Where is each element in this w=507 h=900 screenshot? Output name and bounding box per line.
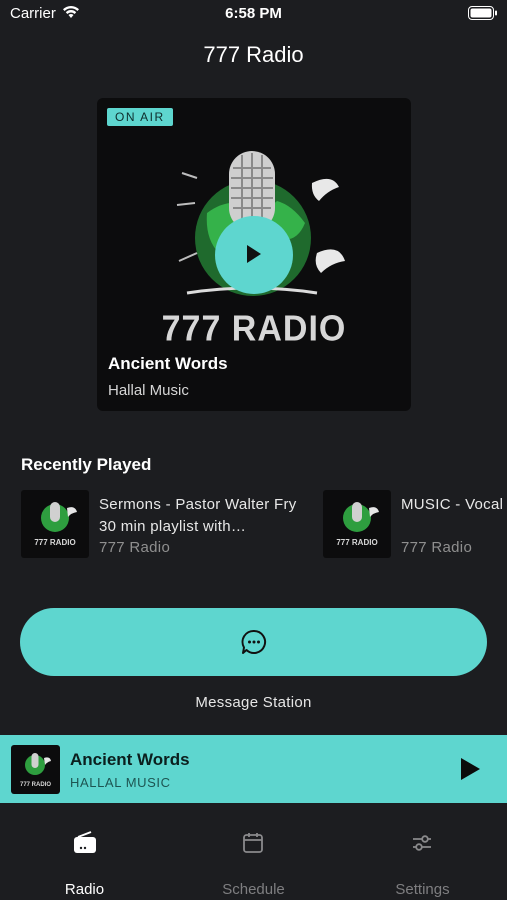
- track-artist: Hallal Music: [108, 382, 189, 399]
- on-air-badge: ON AIR: [107, 108, 173, 126]
- tab-radio[interactable]: Radio: [0, 803, 169, 900]
- tab-label: Radio: [64, 881, 105, 898]
- station-logo-text: 777 RADIO: [161, 309, 347, 349]
- recent-item[interactable]: 777 RADIO Sermons - Pastor Walter Fry 30…: [21, 490, 311, 560]
- mini-player-artist: HALLAL MUSIC: [70, 775, 171, 790]
- tab-settings[interactable]: Settings: [338, 803, 507, 900]
- chat-bubble-icon: [241, 629, 266, 654]
- thumb-text: 777 RADIO: [34, 538, 75, 547]
- tab-label: Settings: [395, 881, 450, 898]
- page-title: 777 Radio: [203, 42, 304, 67]
- recent-thumbnail: 777 RADIO: [323, 490, 391, 558]
- play-button[interactable]: [215, 216, 293, 294]
- station-logo: 777 RADIO: [20, 753, 51, 788]
- play-icon[interactable]: [458, 757, 482, 781]
- thumb-text: 777 RADIO: [20, 782, 51, 788]
- recently-played-heading: Recently Played: [21, 455, 152, 474]
- recent-item-title: MUSIC - Vocal Hymns #1: [401, 496, 507, 513]
- status-bar: Carrier 6:58 PM: [0, 0, 507, 28]
- mini-player-thumbnail: 777 RADIO: [11, 745, 60, 794]
- recent-item-station: 777 Radio: [401, 539, 473, 556]
- message-station-label: Message Station: [195, 694, 312, 711]
- play-icon: [247, 245, 261, 263]
- recent-item-title: Sermons - Pastor Walter Fry 30 min playl…: [99, 496, 297, 535]
- recent-thumbnail: 777 RADIO: [21, 490, 89, 558]
- radio-icon: [74, 831, 96, 853]
- mini-player-title: Ancient Words: [70, 750, 190, 769]
- station-logo: 777 RADIO: [34, 502, 77, 547]
- now-playing-card[interactable]: ON AIR 777 RADIO Ancient Words Hallal Mu…: [97, 98, 411, 411]
- tab-bar: Radio Schedule Settings: [0, 803, 507, 900]
- recent-item[interactable]: 777 RADIO MUSIC - Vocal Hymns #1 777 Rad…: [323, 490, 507, 560]
- mini-player[interactable]: 777 RADIO Ancient Words HALLAL MUSIC: [0, 735, 507, 803]
- station-logo: 777 RADIO: [336, 502, 379, 547]
- track-title: Ancient Words: [108, 354, 228, 373]
- tab-schedule[interactable]: Schedule: [169, 803, 338, 900]
- thumb-text: 777 RADIO: [336, 538, 377, 547]
- tab-label: Schedule: [222, 881, 285, 898]
- battery-icon: [468, 6, 497, 20]
- clock: 6:58 PM: [225, 5, 282, 22]
- calendar-icon: [243, 833, 263, 853]
- message-station-button[interactable]: [20, 608, 487, 676]
- recent-item-station: 777 Radio: [99, 539, 171, 556]
- sliders-icon: [413, 835, 431, 851]
